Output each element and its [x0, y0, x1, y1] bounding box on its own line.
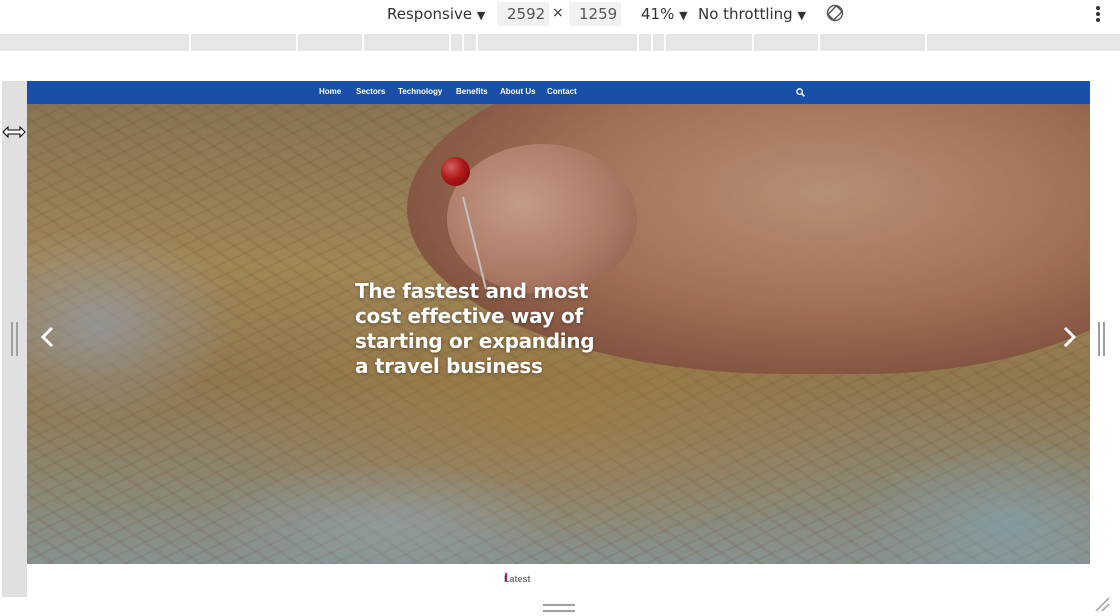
mq-divider	[296, 34, 298, 51]
chevron-right-icon[interactable]	[1059, 326, 1079, 348]
mq-divider	[637, 34, 639, 51]
mq-divider	[462, 34, 464, 51]
devtools-responsive-view: Responsive ▼ 2592 × 1259 41% ▼ No thrott…	[0, 0, 1120, 616]
mq-divider	[818, 34, 820, 51]
resize-handle-right[interactable]	[1098, 322, 1105, 356]
emulated-page: Home Sectors Technology Benefits About U…	[27, 81, 1090, 597]
device-toolbar: Responsive ▼ 2592 × 1259 41% ▼ No thrott…	[0, 0, 1120, 29]
device-select-label: Responsive	[387, 5, 473, 23]
caret-down-icon: ▼	[797, 9, 806, 22]
caret-down-icon: ▼	[476, 9, 486, 22]
chevron-left-icon[interactable]	[38, 326, 58, 348]
site-navbar: Home Sectors Technology Benefits About U…	[27, 81, 1090, 104]
mq-divider	[189, 34, 191, 51]
resize-corner-icon[interactable]	[1094, 596, 1110, 612]
nav-link-technology[interactable]: Technology	[398, 81, 442, 104]
section-heading-partial: Latest	[504, 574, 531, 584]
nav-link-benefits[interactable]: Benefits	[456, 81, 488, 104]
below-hero-section: Latest	[27, 564, 1090, 597]
rotate-icon[interactable]	[826, 4, 844, 22]
mq-divider	[925, 34, 927, 51]
hero-slider: The fastest and most cost effective way …	[27, 104, 1090, 564]
hero-title: The fastest and most cost effective way …	[355, 279, 595, 378]
width-input[interactable]: 2592	[497, 2, 549, 26]
resize-cursor-icon	[2, 125, 26, 139]
height-input[interactable]: 1259	[569, 2, 621, 26]
mq-divider	[752, 34, 754, 51]
mq-divider	[362, 34, 364, 51]
resize-handle-left[interactable]	[11, 322, 18, 356]
search-icon[interactable]	[796, 88, 805, 97]
zoom-select[interactable]: 41% ▼	[641, 4, 688, 24]
caret-down-icon: ▼	[679, 9, 688, 22]
zoom-select-label: 41%	[641, 5, 675, 23]
throttling-select[interactable]: No throttling ▼	[698, 4, 806, 24]
height-input-value: 1259	[579, 5, 618, 23]
mq-divider	[664, 34, 666, 51]
resize-handle-bottom[interactable]	[543, 604, 575, 612]
media-query-bar[interactable]	[0, 34, 1120, 51]
mq-divider	[476, 34, 478, 51]
width-input-value: 2592	[507, 5, 546, 23]
mq-divider	[651, 34, 653, 51]
device-select[interactable]: Responsive ▼	[387, 4, 485, 24]
mq-divider	[449, 34, 451, 51]
nav-link-sectors[interactable]: Sectors	[356, 81, 385, 104]
throttling-select-label: No throttling	[698, 5, 793, 23]
more-vertical-icon[interactable]	[1094, 6, 1102, 24]
times-icon: ×	[552, 5, 564, 21]
nav-link-contact[interactable]: Contact	[547, 81, 577, 104]
nav-link-home[interactable]: Home	[319, 81, 341, 104]
nav-link-about-us[interactable]: About Us	[500, 81, 536, 104]
